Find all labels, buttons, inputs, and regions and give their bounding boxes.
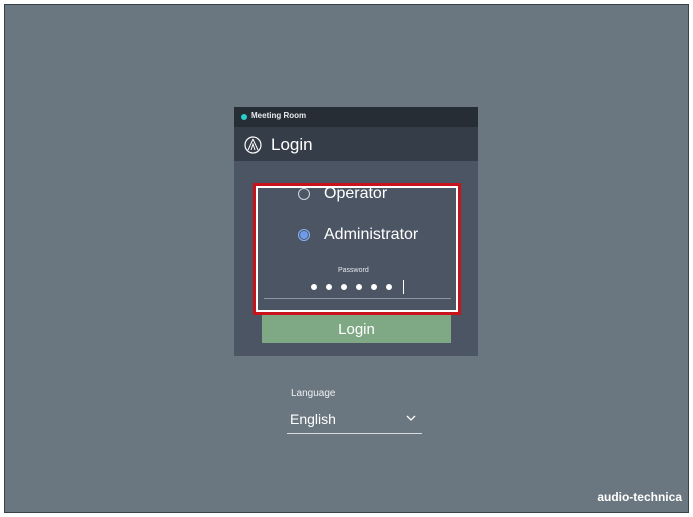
administrator-radio-label: Administrator: [324, 226, 419, 243]
app-frame: Meeting Room Login Operator Administrato…: [4, 4, 689, 513]
password-field[interactable]: [264, 275, 451, 299]
text-caret: [403, 279, 404, 294]
password-dot: [311, 283, 317, 290]
password-dot: [326, 283, 332, 290]
language-selected-value: English: [290, 411, 336, 427]
password-dot: [356, 283, 362, 290]
operator-radio-option[interactable]: Operator: [298, 185, 387, 203]
administrator-radio-option[interactable]: Administrator: [298, 226, 418, 244]
operator-radio-button[interactable]: [298, 188, 310, 200]
login-header: Login: [234, 127, 478, 161]
login-button[interactable]: Login: [262, 315, 451, 343]
status-bar: Meeting Room: [234, 107, 478, 127]
password-dot: [341, 283, 347, 290]
audio-technica-logo-icon: [244, 136, 262, 154]
operator-radio-label: Operator: [324, 185, 388, 202]
password-dot: [386, 283, 392, 290]
password-label: Password: [338, 267, 369, 274]
page-title: Login: [271, 135, 313, 154]
brand-logo-text: audio-technica: [597, 490, 682, 504]
password-dot: [371, 283, 377, 290]
chevron-down-icon[interactable]: [406, 414, 416, 422]
language-select[interactable]: English: [287, 405, 422, 434]
password-masked-value: [311, 279, 404, 294]
room-name: Meeting Room: [251, 111, 307, 120]
language-label: Language: [291, 388, 336, 399]
administrator-radio-button[interactable]: [298, 229, 310, 241]
status-indicator-dot: [241, 114, 247, 120]
